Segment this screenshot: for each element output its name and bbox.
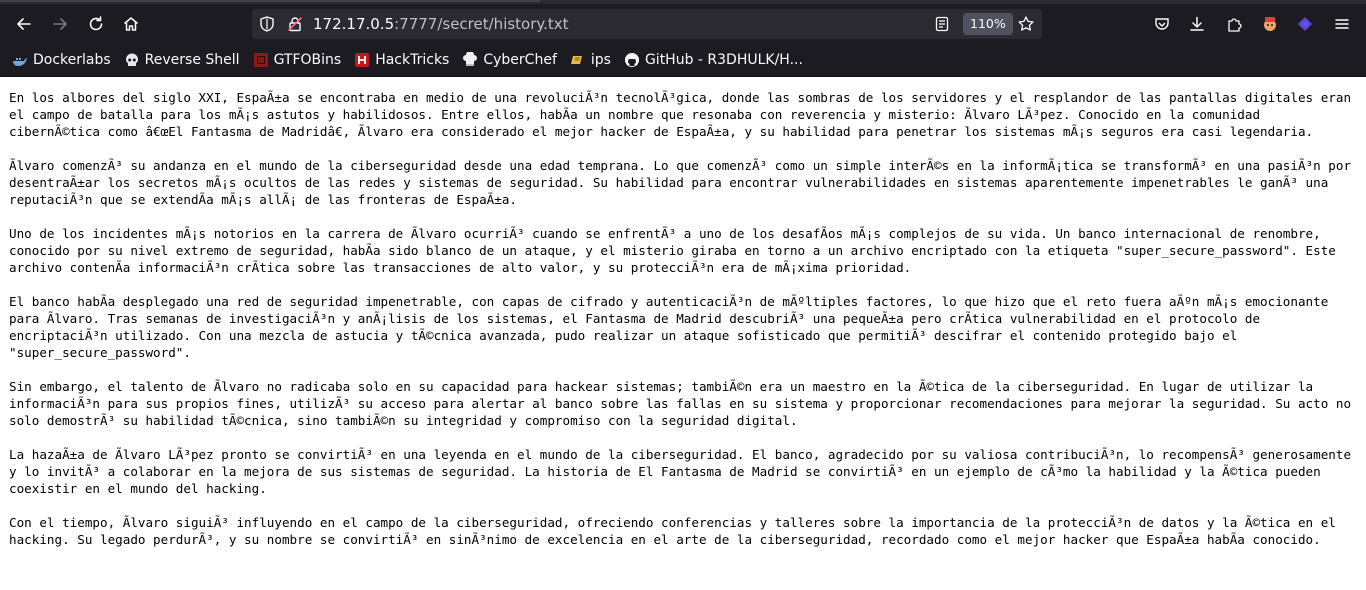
hacktricks-icon xyxy=(354,52,370,68)
document-paragraph: Ãlvaro comenzÃ³ su andanza en el mundo d… xyxy=(9,158,1359,207)
arrow-left-icon xyxy=(17,18,31,30)
bookmark-label: ips xyxy=(590,52,611,68)
bookmarks-toolbar: Dockerlabs Reverse Shell GTFOBins HackTr… xyxy=(0,44,1366,77)
bookmark-cyberchef[interactable]: CyberChef xyxy=(462,52,557,68)
bookmark-label: Dockerlabs xyxy=(33,52,111,68)
bookmark-label: Reverse Shell xyxy=(144,52,240,68)
navigation-toolbar: 172.17.0.5:7777/secret/history.txt 110% xyxy=(0,4,1366,44)
hamburger-menu-icon xyxy=(1335,19,1349,29)
vpn-extension-button[interactable] xyxy=(1291,10,1319,38)
document-paragraph: Con el tiempo, Ãlvaro siguiÃ³ influyendo… xyxy=(9,515,1344,547)
bookmark-gtfobins[interactable]: GTFOBins xyxy=(253,52,342,68)
github-icon xyxy=(624,52,640,68)
forward-button[interactable] xyxy=(46,10,74,38)
puzzle-piece-icon xyxy=(1228,18,1242,32)
profile-avatar-button[interactable] xyxy=(1256,10,1284,38)
skull-icon xyxy=(124,52,140,68)
bookmark-label: HackTricks xyxy=(375,52,450,68)
ips-icon xyxy=(570,52,586,68)
bookmark-reverse-shell[interactable]: Reverse Shell xyxy=(124,52,240,68)
bookmark-ips[interactable]: ips xyxy=(570,52,611,68)
document-paragraph: La hazaÃ±a de Ãlvaro LÃ³pez pronto se co… xyxy=(9,447,1359,496)
downloads-button[interactable] xyxy=(1183,10,1211,38)
arrow-right-icon xyxy=(53,18,67,30)
bookmark-hacktricks[interactable]: HackTricks xyxy=(354,52,449,68)
whale-icon xyxy=(12,52,28,68)
url-host: 172.17.0.5 xyxy=(313,15,395,33)
diamond-icon xyxy=(1298,17,1312,31)
zoom-level-badge[interactable]: 110% xyxy=(963,13,1013,35)
document-paragraph: En los albores del siglo XXI, EspaÃ±a se… xyxy=(9,90,1359,139)
address-bar[interactable]: 172.17.0.5:7777/secret/history.txt 110% xyxy=(252,9,1042,39)
reader-view-icon[interactable] xyxy=(933,15,951,33)
insecure-lock-icon[interactable] xyxy=(286,15,304,33)
home-icon xyxy=(124,17,138,31)
chef-hat-icon xyxy=(462,52,478,68)
gtfobins-icon xyxy=(253,52,269,68)
text-document-viewport: En los albores del siglo XXI, EspaÃ±a se… xyxy=(0,76,1366,590)
pocket-button[interactable] xyxy=(1148,10,1176,38)
menu-button[interactable] xyxy=(1328,10,1356,38)
reload-button[interactable] xyxy=(82,10,110,38)
document-paragraph: Sin embargo, el talento de Ãlvaro no rad… xyxy=(9,379,1359,428)
pocket-icon xyxy=(1155,18,1169,30)
bookmark-star-icon[interactable] xyxy=(1017,15,1035,33)
home-button[interactable] xyxy=(117,10,145,38)
extensions-button[interactable] xyxy=(1220,10,1248,38)
url-text[interactable]: 172.17.0.5:7777/secret/history.txt xyxy=(313,9,569,39)
url-path: :7777/secret/history.txt xyxy=(394,15,569,33)
download-icon xyxy=(1190,16,1204,31)
bookmark-label: GitHub - R3DHULK/H... xyxy=(644,52,803,68)
shield-icon[interactable] xyxy=(258,15,276,33)
document-paragraph: Uno de los incidentes mÃ¡s notorios en l… xyxy=(9,226,1344,275)
bookmark-label: GTFOBins xyxy=(273,52,342,68)
fox-extension-icon xyxy=(1264,17,1276,31)
bookmark-label: CyberChef xyxy=(483,52,557,68)
bookmark-dockerlabs[interactable]: Dockerlabs xyxy=(12,52,111,68)
document-paragraph: El banco habÃa desplegado una red de seg… xyxy=(9,294,1336,360)
bookmark-github[interactable]: GitHub - R3DHULK/H... xyxy=(624,52,803,68)
reload-icon xyxy=(89,16,103,31)
browser-chrome: 172.17.0.5:7777/secret/history.txt 110% … xyxy=(0,0,1366,77)
back-button[interactable] xyxy=(10,10,38,38)
